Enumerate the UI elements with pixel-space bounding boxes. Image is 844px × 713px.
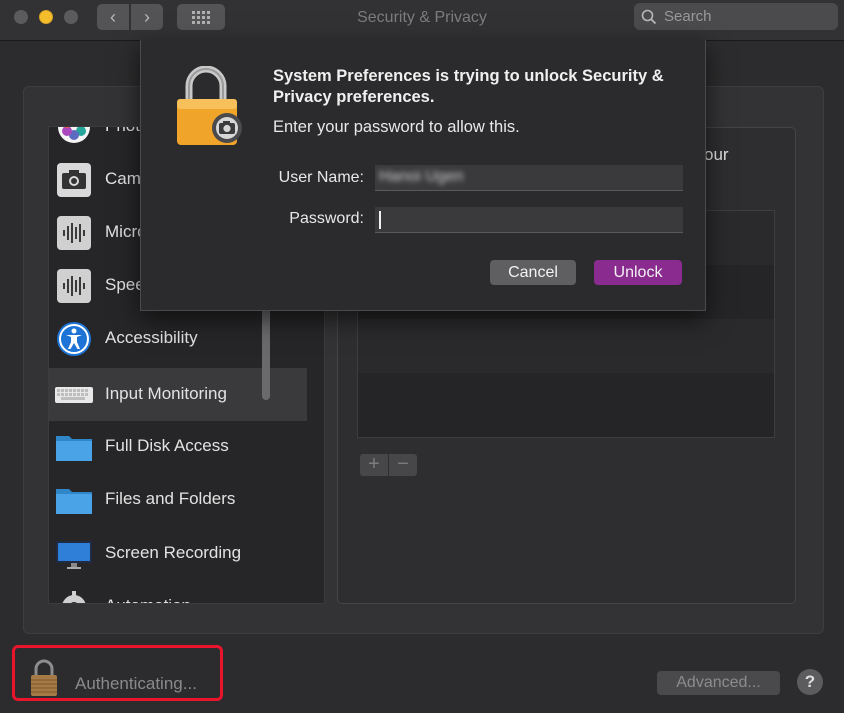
sidebar-item-screen-recording[interactable]: Screen Recording	[49, 527, 307, 580]
title-bar: ‹ › Security & Privacy Search	[0, 0, 844, 41]
sidebar-item-automation[interactable]: Automation	[49, 580, 307, 603]
advanced-button[interactable]: Advanced...	[657, 671, 780, 695]
sidebar-item-label: Screen Recording	[105, 543, 242, 562]
dialog-message: Enter your password to allow this.	[273, 118, 520, 136]
speech-icon	[57, 269, 91, 303]
folder-icon	[56, 436, 92, 461]
username-field[interactable]: Hanoi Ugen	[375, 165, 683, 191]
sidebar-item-label: Input Monitoring	[105, 384, 227, 403]
keyboard-icon	[55, 387, 93, 403]
search-icon	[641, 9, 657, 25]
accessibility-icon	[57, 322, 91, 356]
help-button[interactable]: ?	[797, 669, 823, 695]
remove-app-button[interactable]: −	[389, 454, 417, 476]
sidebar-item-label: Full Disk Access	[105, 436, 229, 455]
authenticating-status: Authenticating...	[75, 674, 197, 693]
password-field[interactable]	[375, 207, 683, 233]
search-placeholder: Search	[664, 8, 712, 25]
sidebar-item-label: Automation	[105, 596, 191, 603]
password-label: Password:	[289, 210, 364, 227]
dialog-title: System Preferences is trying to unlock S…	[273, 67, 664, 106]
list-item[interactable]	[358, 319, 774, 373]
sidebar-item-label: Files and Folders	[105, 489, 236, 508]
folder-icon	[56, 489, 92, 514]
lock-icon	[177, 66, 242, 145]
panel-description: our	[704, 145, 729, 164]
cancel-button[interactable]: Cancel	[490, 260, 576, 285]
text-caret	[379, 211, 381, 229]
gear-icon	[62, 591, 86, 603]
username-label: User Name:	[278, 169, 364, 186]
sidebar-item-label: Accessibility	[105, 328, 198, 347]
microphone-icon	[57, 216, 91, 250]
sidebar-item-full-disk-access[interactable]: Full Disk Access	[49, 420, 307, 473]
sidebar-item-files-and-folders[interactable]: Files and Folders	[49, 473, 307, 526]
add-app-button[interactable]: +	[360, 454, 388, 476]
unlock-button[interactable]: Unlock	[594, 260, 682, 285]
username-value: Hanoi Ugen	[379, 168, 464, 185]
camera-icon	[57, 163, 91, 197]
display-icon	[56, 541, 92, 569]
search-field[interactable]: Search	[634, 3, 838, 30]
list-item[interactable]	[358, 373, 774, 427]
lock-icon[interactable]	[29, 659, 59, 697]
photos-icon	[58, 127, 90, 143]
